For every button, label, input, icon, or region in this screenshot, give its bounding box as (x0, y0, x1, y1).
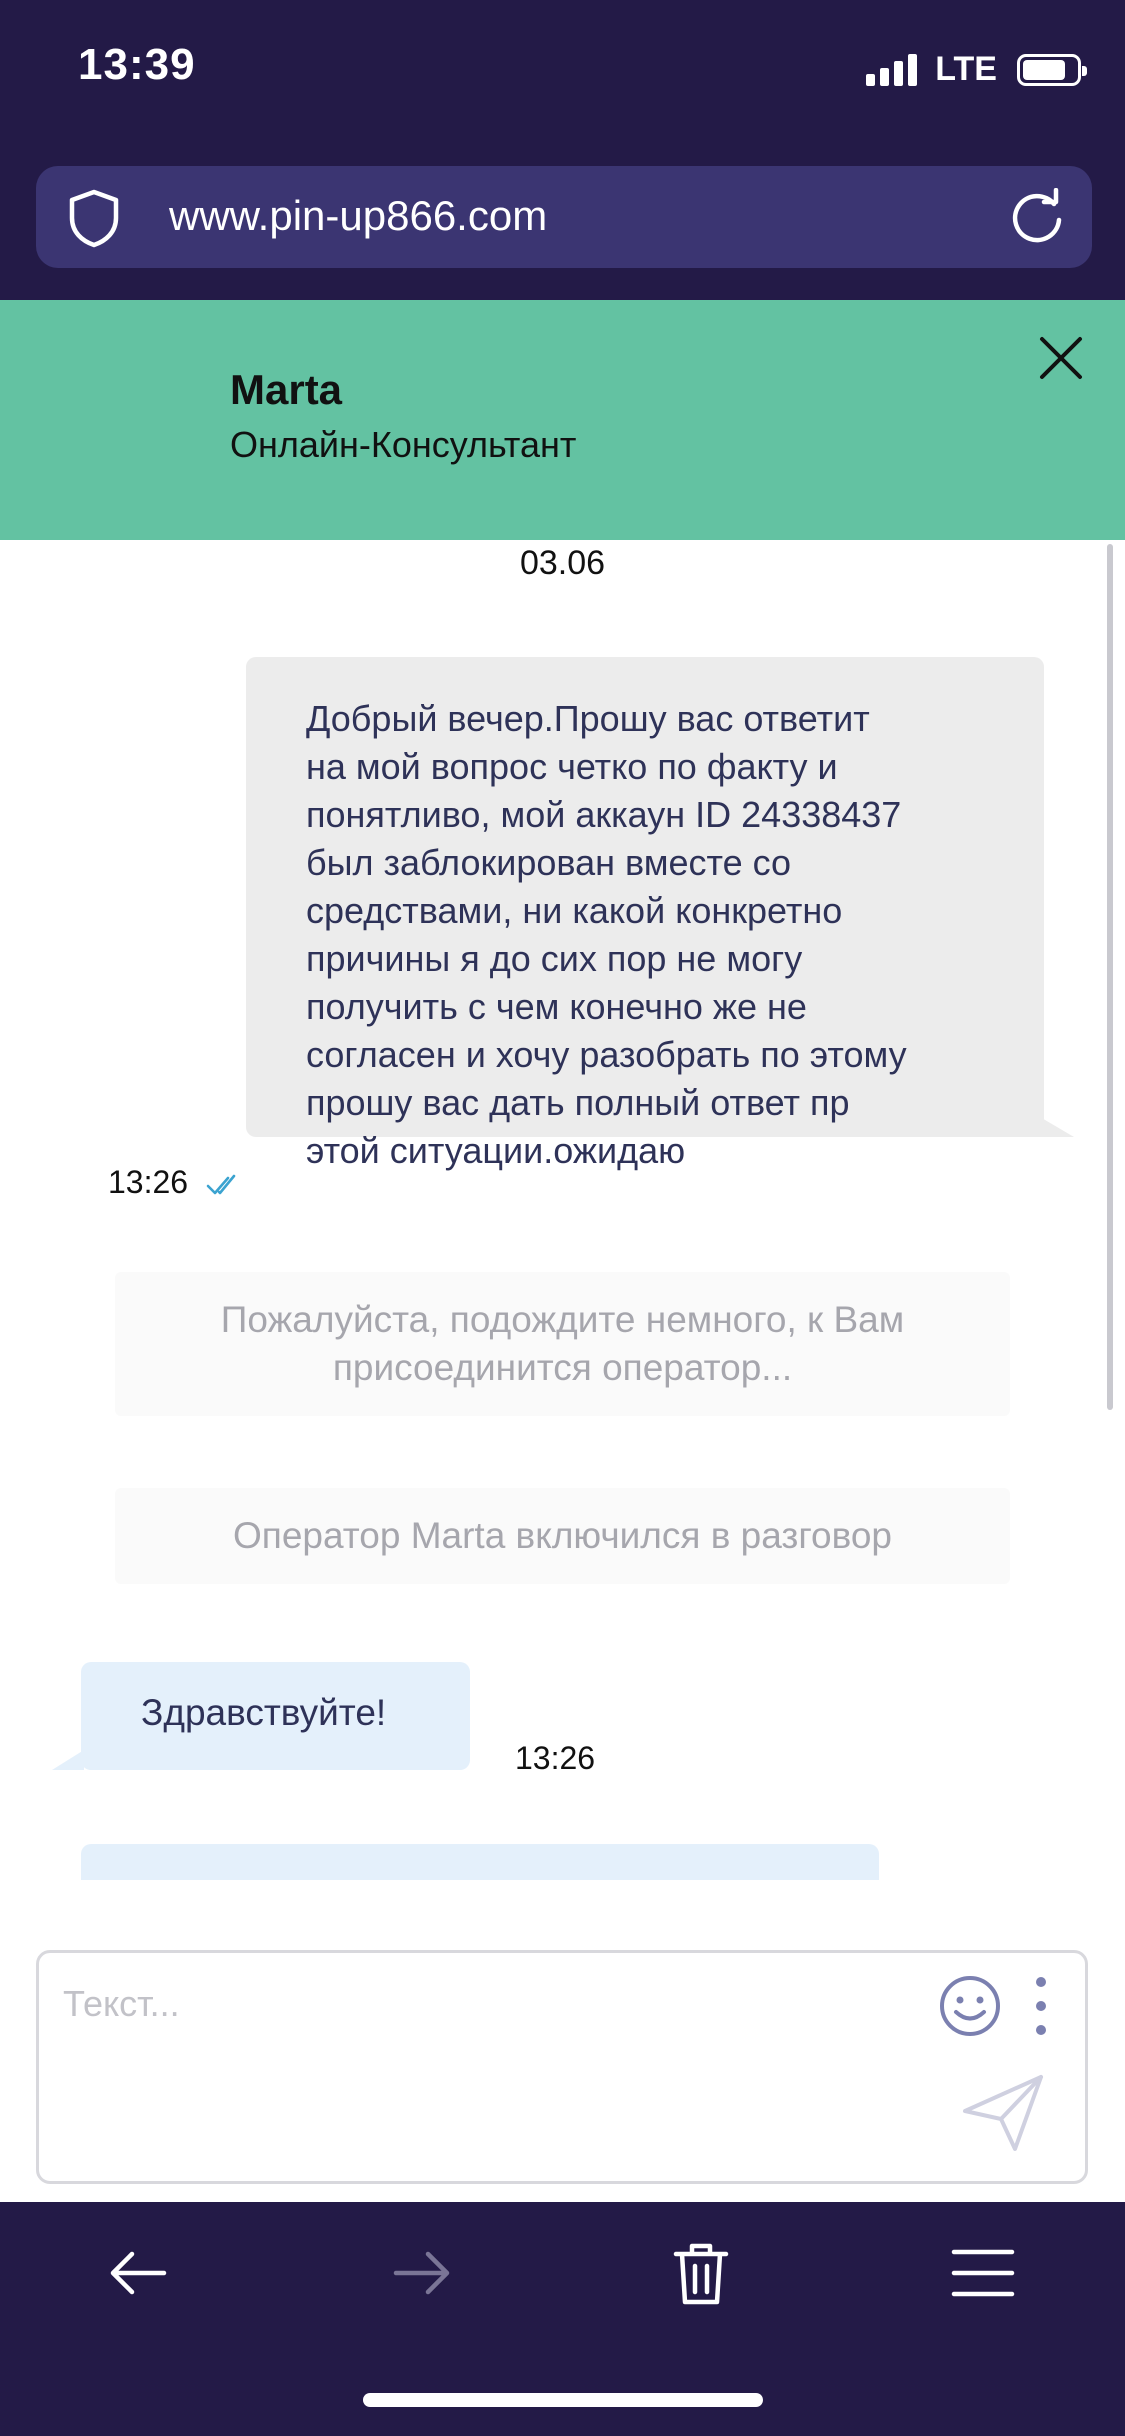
incoming-message-text: Здравствуйте! (141, 1692, 387, 1733)
reload-icon[interactable] (1008, 188, 1066, 246)
message-line: этой ситуации.ожидаю (306, 1130, 686, 1171)
message-line: средствами, ни какой конкретно (306, 890, 843, 931)
chat-header: Marta Онлайн-Консультант (0, 300, 1125, 540)
date-separator: 03.06 (519, 544, 606, 582)
message-line: на мой вопрос четко по факту и (306, 746, 838, 787)
outgoing-bubble-tail (1040, 1117, 1074, 1137)
message-input[interactable] (63, 1983, 923, 2025)
system-line: присоединится оператор... (332, 1347, 793, 1388)
more-vertical-icon[interactable] (1029, 1973, 1053, 2039)
message-composer (36, 1950, 1088, 2184)
browser-top-bar: 13:39 LTE www.pin-up866.com (0, 0, 1125, 300)
url-text[interactable]: www.pin-up866.com (169, 192, 547, 240)
close-icon[interactable] (1031, 328, 1091, 388)
message-line: причины я до сих пор не могу (306, 938, 803, 979)
incoming-bubble-tail (52, 1750, 84, 1770)
network-type: LTE (935, 50, 997, 88)
emoji-icon[interactable] (937, 1973, 1003, 2039)
message-line: понятливо, мой аккаун ID 24338437 (306, 794, 902, 835)
double-check-icon (206, 1174, 236, 1195)
send-icon[interactable] (959, 2067, 1049, 2157)
back-arrow-icon[interactable] (104, 2238, 174, 2308)
message-line: был заблокирован вместе со (306, 842, 792, 883)
forward-arrow-icon[interactable] (386, 2238, 456, 2308)
status-indicators: LTE (866, 50, 1087, 89)
system-line: Пожалуйста, подождите немного, к Вам (220, 1299, 905, 1340)
incoming-message-partial (81, 1844, 879, 1880)
message-list[interactable]: 03.06 Добрый вечер.Прошу вас ответит на … (0, 540, 1125, 1880)
message-line: прошу вас дать полный ответ пр (306, 1082, 850, 1123)
system-message-waiting: Пожалуйста, подождите немного, к Вам при… (115, 1272, 1010, 1416)
shield-icon[interactable] (66, 188, 122, 248)
message-line: получить с чем конечно же не (306, 986, 807, 1027)
home-indicator[interactable] (363, 2393, 763, 2407)
status-time: 13:39 (78, 40, 196, 89)
trash-icon[interactable] (666, 2238, 736, 2308)
scrollbar[interactable] (1107, 544, 1113, 1410)
system-message-joined: Оператор Marta включился в разговор (115, 1488, 1010, 1584)
battery-icon (1017, 53, 1087, 86)
cellular-signal-icon (866, 53, 918, 86)
agent-name: Marta (230, 366, 343, 413)
agent-role: Онлайн-Консультант (230, 424, 577, 465)
incoming-message: Здравствуйте! (81, 1662, 470, 1770)
outgoing-message: Добрый вечер.Прошу вас ответит на мой во… (246, 657, 1044, 1171)
message-line: согласен и хочу разобрать по этому (306, 1034, 907, 1075)
address-bar[interactable]: www.pin-up866.com (36, 166, 1092, 268)
outgoing-message-time: 13:26 (108, 1164, 189, 1200)
incoming-message-time: 13:26 (515, 1740, 596, 1776)
menu-icon[interactable] (948, 2238, 1018, 2308)
message-line: Добрый вечер.Прошу вас ответит (306, 698, 870, 739)
